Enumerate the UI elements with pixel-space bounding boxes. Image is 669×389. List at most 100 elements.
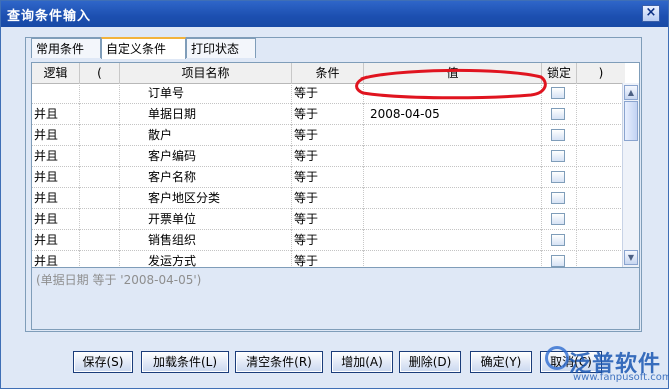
lock-checkbox[interactable]	[551, 234, 565, 246]
cell-value[interactable]: 2008-04-05	[364, 104, 542, 125]
lock-checkbox[interactable]	[551, 150, 565, 162]
cell-item-name[interactable]: 开票单位	[120, 209, 292, 230]
table-row[interactable]: 并且 客户地区分类 等于	[32, 188, 625, 209]
cell-logic[interactable]: 并且	[32, 251, 80, 267]
save-button[interactable]: 保存(S)	[73, 351, 133, 373]
condition-expression-area: (单据日期 等于 '2008-04-05')	[31, 268, 640, 330]
lock-checkbox[interactable]	[551, 87, 565, 99]
dialog-title: 查询条件输入	[7, 9, 92, 24]
cell-logic[interactable]: 并且	[32, 146, 80, 167]
cell-value[interactable]	[364, 146, 542, 167]
cell-logic[interactable]: 并且	[32, 167, 80, 188]
scroll-up-icon[interactable]: ▲	[624, 85, 638, 100]
cell-item-name[interactable]: 客户编码	[120, 146, 292, 167]
cell-item-name[interactable]: 散户	[120, 125, 292, 146]
tab-print-status[interactable]: 打印状态	[186, 38, 256, 58]
cell-lock[interactable]	[542, 104, 577, 125]
cell-value[interactable]	[364, 230, 542, 251]
cell-logic[interactable]: 并且	[32, 104, 80, 125]
cell-item-name[interactable]: 单据日期	[120, 104, 292, 125]
cell-close-paren[interactable]	[577, 188, 625, 209]
cell-lock[interactable]	[542, 251, 577, 267]
cell-lock[interactable]	[542, 188, 577, 209]
cell-close-paren[interactable]	[577, 251, 625, 267]
lock-checkbox[interactable]	[551, 192, 565, 204]
table-row[interactable]: 并且 客户编码 等于	[32, 146, 625, 167]
table-row[interactable]: 并且 发运方式 等于	[32, 251, 625, 267]
cell-item-name[interactable]: 销售组织	[120, 230, 292, 251]
delete-button[interactable]: 删除(D)	[399, 351, 461, 373]
col-open-paren[interactable]: (	[80, 63, 120, 83]
cell-condition[interactable]: 等于	[292, 146, 364, 167]
cell-condition[interactable]: 等于	[292, 104, 364, 125]
cell-close-paren[interactable]	[577, 104, 625, 125]
title-bar[interactable]: 查询条件输入 ×	[1, 1, 668, 27]
col-logic[interactable]: 逻辑	[32, 63, 80, 83]
cell-item-name[interactable]: 客户地区分类	[120, 188, 292, 209]
cell-lock[interactable]	[542, 125, 577, 146]
ok-button[interactable]: 确定(Y)	[470, 351, 532, 373]
table-row[interactable]: 并且 客户名称 等于	[32, 167, 625, 188]
cell-open-paren[interactable]	[80, 251, 120, 267]
cell-open-paren[interactable]	[80, 167, 120, 188]
cell-item-name[interactable]: 订单号	[120, 83, 292, 104]
cell-condition[interactable]: 等于	[292, 125, 364, 146]
cell-open-paren[interactable]	[80, 146, 120, 167]
cell-logic[interactable]	[32, 83, 80, 104]
cell-open-paren[interactable]	[80, 83, 120, 104]
close-icon[interactable]: ×	[642, 5, 660, 22]
lock-checkbox[interactable]	[551, 171, 565, 183]
cell-item-name[interactable]: 发运方式	[120, 251, 292, 267]
cell-close-paren[interactable]	[577, 83, 625, 104]
cell-open-paren[interactable]	[80, 188, 120, 209]
scroll-down-icon[interactable]: ▼	[624, 250, 638, 265]
cell-lock[interactable]	[542, 146, 577, 167]
vertical-scrollbar[interactable]: ▲ ▼	[622, 83, 639, 267]
logo-icon	[545, 346, 569, 370]
load-conditions-button[interactable]: 加载条件(L)	[141, 351, 229, 373]
cell-close-paren[interactable]	[577, 209, 625, 230]
cell-value[interactable]	[364, 125, 542, 146]
cell-lock[interactable]	[542, 230, 577, 251]
cell-open-paren[interactable]	[80, 230, 120, 251]
cell-condition[interactable]: 等于	[292, 251, 364, 267]
cell-item-name[interactable]: 客户名称	[120, 167, 292, 188]
cell-open-paren[interactable]	[80, 209, 120, 230]
cell-lock[interactable]	[542, 167, 577, 188]
lock-checkbox[interactable]	[551, 108, 565, 120]
table-row[interactable]: 并且 销售组织 等于	[32, 230, 625, 251]
tab-custom-conditions[interactable]: 自定义条件	[101, 37, 186, 59]
cell-lock[interactable]	[542, 209, 577, 230]
cell-close-paren[interactable]	[577, 125, 625, 146]
cell-logic[interactable]: 并且	[32, 125, 80, 146]
cell-condition[interactable]: 等于	[292, 209, 364, 230]
col-close-paren[interactable]: )	[577, 63, 625, 83]
cell-value[interactable]	[364, 188, 542, 209]
col-item-name[interactable]: 项目名称	[120, 63, 292, 83]
lock-checkbox[interactable]	[551, 255, 565, 267]
lock-checkbox[interactable]	[551, 213, 565, 225]
table-row[interactable]: 并且 开票单位 等于	[32, 209, 625, 230]
clear-conditions-button[interactable]: 清空条件(R)	[235, 351, 323, 373]
cell-logic[interactable]: 并且	[32, 209, 80, 230]
table-row[interactable]: 并且 单据日期 等于 2008-04-05	[32, 104, 625, 125]
cell-condition[interactable]: 等于	[292, 188, 364, 209]
scroll-thumb[interactable]	[624, 101, 638, 141]
cell-value[interactable]	[364, 251, 542, 267]
cell-logic[interactable]: 并且	[32, 230, 80, 251]
cell-value[interactable]	[364, 167, 542, 188]
table-row[interactable]: 并且 散户 等于	[32, 125, 625, 146]
add-button[interactable]: 增加(A)	[331, 351, 393, 373]
cell-open-paren[interactable]	[80, 104, 120, 125]
cell-close-paren[interactable]	[577, 146, 625, 167]
lock-checkbox[interactable]	[551, 129, 565, 141]
watermark-url: www.fanpusoft.com	[573, 372, 669, 383]
tab-common-conditions[interactable]: 常用条件	[31, 38, 101, 58]
cell-condition[interactable]: 等于	[292, 230, 364, 251]
cell-value[interactable]	[364, 209, 542, 230]
cell-close-paren[interactable]	[577, 230, 625, 251]
cell-condition[interactable]: 等于	[292, 167, 364, 188]
cell-close-paren[interactable]	[577, 167, 625, 188]
cell-open-paren[interactable]	[80, 125, 120, 146]
cell-logic[interactable]: 并且	[32, 188, 80, 209]
